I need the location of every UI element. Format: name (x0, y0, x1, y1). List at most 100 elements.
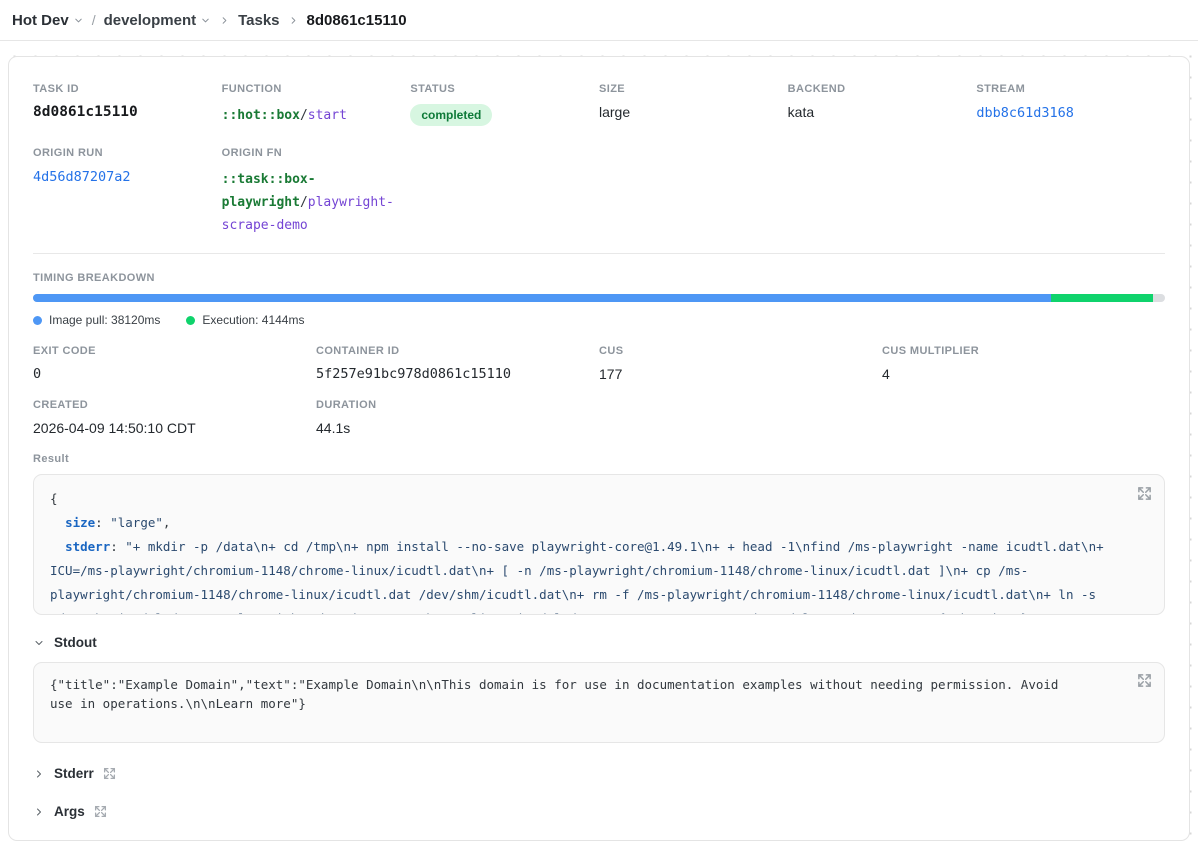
field-label: Container ID (316, 345, 599, 357)
legend-dot (186, 316, 195, 325)
stdout-content: {"title":"Example Domain","text":"Exampl… (50, 675, 1148, 730)
expand-icon[interactable] (103, 767, 116, 780)
field-exit-code: Exit Code 0 (33, 345, 316, 382)
created-value: 2026-04-09 14:50:10 CDT (33, 420, 316, 436)
field-origin-fn: Origin FN ::task::box-playwright/playwri… (222, 147, 411, 237)
function-name: start (308, 108, 347, 123)
field-stream: Stream dbb8c61d3168 (976, 83, 1165, 127)
field-task-id: Task ID 8d0861c15110 (33, 83, 222, 127)
result-key-size: size (50, 515, 95, 530)
result-line-size: size: "large", (50, 511, 1148, 535)
chevron-right-icon (33, 768, 45, 780)
top-bar: Hot Dev / development Tasks 8d0861c15110 (0, 0, 1198, 41)
field-status: Status completed (410, 83, 599, 127)
result-line-brace: { (50, 487, 1148, 511)
breadcrumb-task-id: 8d0861c15110 (307, 12, 407, 29)
chevron-down-icon (73, 15, 84, 26)
stream-link[interactable]: dbb8c61d3168 (976, 105, 1074, 121)
timing-breakdown-section: Timing Breakdown Image pull: 38120ms Exe… (33, 272, 1165, 327)
field-label: CUs Multiplier (882, 345, 1165, 357)
origin-fn-separator: / (300, 195, 308, 210)
timing-bar (33, 294, 1165, 302)
breadcrumb-separator: / (92, 12, 96, 28)
timing-breakdown-label: Timing Breakdown (33, 272, 1165, 284)
field-label: Exit Code (33, 345, 316, 357)
origin-fn-value[interactable]: ::task::box-playwright/playwright-scrape… (222, 168, 411, 237)
field-container-id: Container ID 5f257e91bc978d0861c15110 (316, 345, 599, 382)
breadcrumb-tasks[interactable]: Tasks (238, 12, 279, 29)
field-label: Created (33, 399, 316, 411)
result-value-stderr: "+ mkdir -p /data\n+ cd /tmp\n+ npm inst… (50, 539, 1111, 615)
field-label: Stream (976, 83, 1165, 95)
function-prefix: ::hot::box (222, 108, 300, 123)
task-detail-grid: Task ID 8d0861c15110 Function ::hot::box… (33, 83, 1165, 237)
field-duration: Duration 44.1s (316, 399, 599, 436)
field-created: Created 2026-04-09 14:50:10 CDT (33, 399, 316, 436)
chevron-right-icon (33, 806, 45, 818)
timing-legend: Image pull: 38120ms Execution: 4144ms (33, 313, 1165, 327)
field-origin-run: Origin Run 4d56d87207a2 (33, 147, 222, 237)
workspace-label: Hot Dev (12, 12, 69, 29)
container-id-value: 5f257e91bc978d0861c15110 (316, 366, 599, 382)
backend-value: kata (788, 104, 977, 120)
field-label: Size (599, 83, 788, 95)
args-section-title: Args (54, 804, 85, 819)
function-value[interactable]: ::hot::box/start (222, 104, 411, 127)
field-label: Origin FN (222, 147, 411, 159)
section-stderr[interactable]: Stderr (33, 766, 1165, 781)
result-line-stderr: stderr: "+ mkdir -p /data\n+ cd /tmp\n+ … (50, 535, 1148, 615)
field-cus-multiplier: CUs Multiplier 4 (882, 345, 1165, 382)
legend-label: Execution: 4144ms (202, 313, 304, 327)
breadcrumb: Hot Dev / development Tasks 8d0861c15110 (12, 12, 407, 29)
chevron-right-icon (219, 15, 230, 26)
chevron-down-icon (33, 637, 45, 649)
metrics-grid: Exit Code 0 Container ID 5f257e91bc978d0… (33, 345, 1165, 436)
field-label: Status (410, 83, 599, 95)
cus-multiplier-value: 4 (882, 366, 1165, 382)
function-separator: / (300, 108, 308, 123)
expand-icon[interactable] (1137, 485, 1152, 500)
result-value-size: "large" (110, 515, 163, 530)
stdout-section: Stdout {"title":"Example Domain","text":… (33, 635, 1165, 743)
legend-item-execution: Execution: 4144ms (186, 313, 304, 327)
status-badge: completed (410, 104, 492, 126)
breadcrumb-workspace[interactable]: Hot Dev (12, 12, 84, 29)
stdout-section-title: Stdout (54, 635, 97, 650)
field-function: Function ::hot::box/start (222, 83, 411, 127)
field-label: Backend (788, 83, 977, 95)
task-detail-card: Task ID 8d0861c15110 Function ::hot::box… (8, 56, 1190, 841)
stdout-section-header[interactable]: Stdout (33, 635, 1165, 650)
result-key-stderr: stderr (50, 539, 110, 554)
result-label: Result (33, 453, 1165, 465)
collapsed-sections: Stderr Args (33, 766, 1165, 841)
stderr-section-title: Stderr (54, 766, 94, 781)
field-label: Origin Run (33, 147, 222, 159)
field-size: Size large (599, 83, 788, 127)
field-label: Function (222, 83, 411, 95)
breadcrumb-environment[interactable]: development (104, 12, 212, 29)
environment-label: development (104, 12, 197, 29)
result-code-block: { size: "large", stderr: "+ mkdir -p /da… (33, 474, 1165, 615)
task-id-value: 8d0861c15110 (33, 104, 222, 120)
field-label: Duration (316, 399, 599, 411)
tasks-label: Tasks (238, 12, 279, 29)
origin-run-link[interactable]: 4d56d87207a2 (33, 169, 131, 185)
duration-value: 44.1s (316, 420, 599, 436)
field-backend: Backend kata (788, 83, 977, 127)
result-section: Result { size: "large", stderr: "+ mkdir… (33, 453, 1165, 615)
section-args[interactable]: Args (33, 804, 1165, 819)
field-label: Task ID (33, 83, 222, 95)
expand-icon[interactable] (1137, 673, 1152, 688)
legend-item-image-pull: Image pull: 38120ms (33, 313, 160, 327)
timing-segment-execution (1051, 294, 1153, 302)
chevron-right-icon (288, 15, 299, 26)
cus-value: 177 (599, 366, 882, 382)
section-divider (33, 253, 1165, 254)
exit-code-value: 0 (33, 366, 316, 382)
field-label: CUs (599, 345, 882, 357)
stdout-code-block: {"title":"Example Domain","text":"Exampl… (33, 662, 1165, 743)
legend-dot (33, 316, 42, 325)
legend-label: Image pull: 38120ms (49, 313, 160, 327)
timing-segment-image-pull (33, 294, 1051, 302)
expand-icon[interactable] (94, 805, 107, 818)
